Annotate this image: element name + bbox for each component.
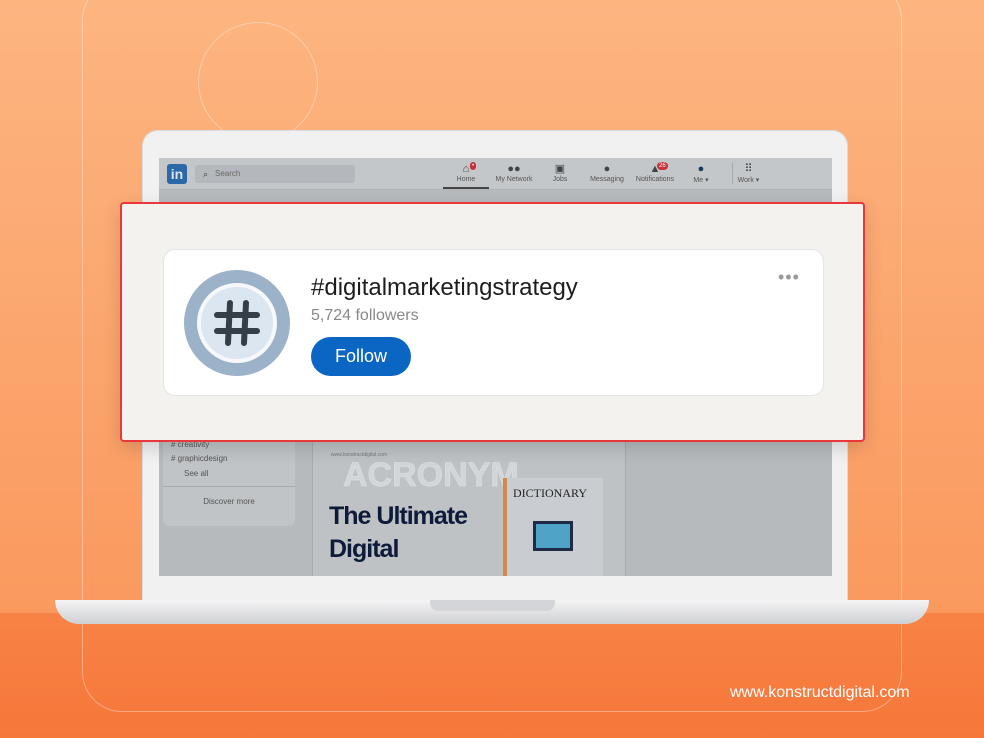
hashtag-icon xyxy=(214,300,260,346)
nav-label: Home xyxy=(456,176,476,183)
hashtag-card: #digitalmarketingstrategy 5,724 follower… xyxy=(163,249,824,396)
feed-post: www.konstructdigital.com ACRONYM The Ult… xyxy=(312,428,626,576)
nav-my-network[interactable]: ●● My Network xyxy=(492,162,536,183)
laptop-notch xyxy=(430,600,555,611)
nav-messaging[interactable]: ● Messaging xyxy=(587,162,627,183)
hashtag-highlight-panel: #digitalmarketingstrategy 5,724 follower… xyxy=(120,202,865,442)
followed-hashtags-panel: # creativity # graphicdesign See all Dis… xyxy=(163,428,295,526)
see-all-link[interactable]: See all xyxy=(184,469,208,478)
search-placeholder: Search xyxy=(215,169,241,178)
active-tab-indicator xyxy=(443,187,489,189)
linkedin-logo[interactable]: in xyxy=(167,164,187,184)
hashtag-title: #digitalmarketingstrategy xyxy=(311,274,578,301)
hashtag-item[interactable]: # graphicdesign xyxy=(171,454,227,463)
nav-label: Work ▾ xyxy=(737,177,760,184)
nav-me[interactable]: ● Me ▾ xyxy=(689,162,713,184)
briefcase-icon: ▣ xyxy=(554,163,566,175)
nav-notifications[interactable]: ▲ Notifications 26 xyxy=(633,162,677,183)
home-badge: • xyxy=(470,162,477,170)
book-title: DICTIONARY xyxy=(513,486,587,500)
nav-jobs[interactable]: ▣ Jobs xyxy=(545,162,575,183)
nav-label: Notifications xyxy=(635,176,675,183)
grid-icon: ⠿ xyxy=(744,163,753,175)
decorative-ring xyxy=(198,22,318,142)
nav-label: Jobs xyxy=(552,176,568,183)
follower-count: 5,724 followers xyxy=(311,307,419,324)
nav-label: Me ▾ xyxy=(693,177,709,184)
headline-line: Digital xyxy=(329,535,399,563)
discover-more-link[interactable]: Discover more xyxy=(163,497,295,506)
notifications-badge: 26 xyxy=(657,162,668,170)
network-icon: ●● xyxy=(507,163,521,175)
post-bg-text: ACRONYM xyxy=(343,456,519,495)
follow-button[interactable]: Follow xyxy=(311,337,411,376)
website-url: www.konstructdigital.com xyxy=(730,684,910,701)
hashtag-avatar xyxy=(184,270,290,376)
more-options-icon[interactable]: ••• xyxy=(778,267,800,288)
sidebar-divider xyxy=(163,486,295,487)
laptop-illustration xyxy=(533,521,573,551)
nav-label: My Network xyxy=(495,176,533,183)
search-input[interactable]: ⌕ Search xyxy=(195,165,355,183)
headline-line: The Ultimate xyxy=(329,502,468,530)
linkedin-navbar: in ⌕ Search ⌂ Home • ●● My Network ▣ Jobs ● Me… xyxy=(159,158,832,190)
dictionary-book-image: DICTIONARY xyxy=(503,478,603,576)
bell-icon: ▲ xyxy=(649,163,661,175)
nav-home[interactable]: ⌂ Home • xyxy=(446,162,486,183)
message-icon: ● xyxy=(603,163,611,175)
search-icon: ⌕ xyxy=(203,169,209,179)
avatar-icon: ● xyxy=(697,163,705,175)
nav-label: Messaging xyxy=(590,176,624,183)
post-headline: The Ultimate Digital xyxy=(329,500,468,566)
hashtag-label: graphicdesign xyxy=(177,454,228,463)
home-icon: ⌂ xyxy=(462,163,470,175)
nav-work[interactable]: ⠿ Work ▾ xyxy=(732,162,760,184)
